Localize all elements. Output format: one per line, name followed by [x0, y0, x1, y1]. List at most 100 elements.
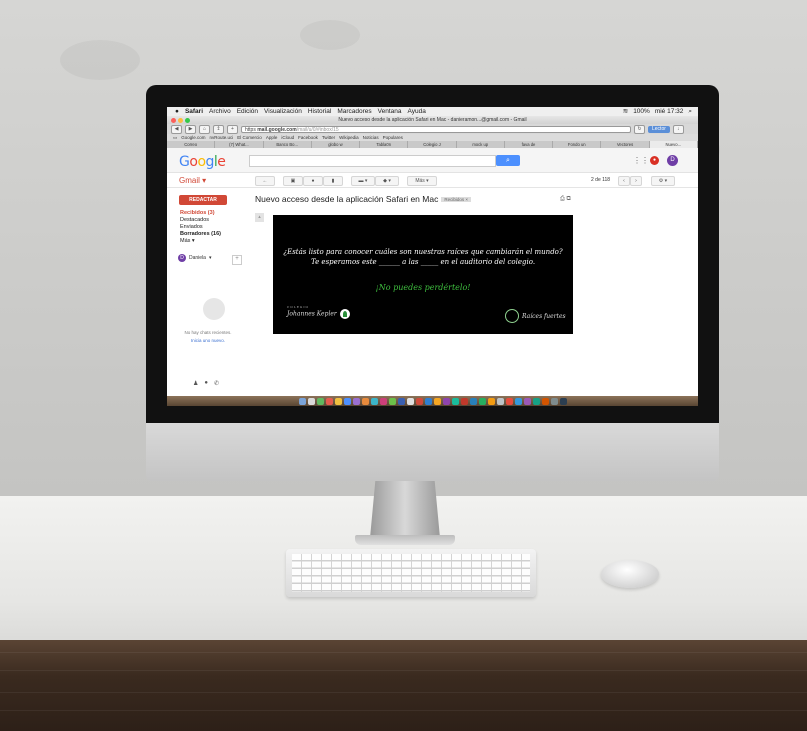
next-button[interactable]: › [630, 176, 642, 186]
bookmark-item[interactable]: iCloud [281, 134, 294, 141]
bookmark-item[interactable]: Wikipedia [339, 134, 359, 141]
dock-app-icon[interactable] [442, 397, 450, 405]
bookmark-item[interactable]: Noticias [363, 134, 379, 141]
clock[interactable]: mié 17:32 [655, 107, 684, 116]
dock-app-icon[interactable] [487, 397, 495, 405]
dock-app-icon[interactable] [469, 397, 477, 405]
wifi-icon[interactable]: ≋ [623, 107, 628, 116]
reload-icon[interactable]: ↻ [634, 124, 645, 134]
menu-marcadores[interactable]: Marcadores [337, 107, 371, 116]
labels-button[interactable]: ◆ ▾ [375, 176, 399, 186]
tab[interactable]: Colegio J [408, 141, 457, 148]
dock-app-icon[interactable] [343, 397, 351, 405]
spam-button[interactable]: ● [303, 176, 323, 186]
more-button[interactable]: Más ▾ [407, 176, 437, 186]
dock-app-icon[interactable] [451, 397, 459, 405]
settings-button[interactable]: ⚙ ▾ [651, 176, 675, 186]
forward-button[interactable]: ▶ [185, 124, 196, 134]
search-icon[interactable]: ⌕ [688, 107, 692, 116]
downloads-icon[interactable]: ↓ [672, 124, 684, 134]
archive-button[interactable]: ▣ [283, 176, 303, 186]
tab[interactable]: (7) What... [215, 141, 264, 148]
bookmark-item[interactable]: Apple [266, 134, 278, 141]
chat-user[interactable]: D Daniela ▾ [178, 254, 211, 262]
delete-button[interactable]: ▮ [323, 176, 343, 186]
tab[interactable]: globo w [312, 141, 361, 148]
dock-app-icon[interactable] [370, 397, 378, 405]
notifications-icon[interactable]: ● [650, 156, 659, 165]
dock-app-icon[interactable] [406, 397, 414, 405]
dock-app-icon[interactable] [541, 397, 549, 405]
google-logo[interactable]: Google [179, 154, 226, 170]
share-icon[interactable]: ↥ [213, 124, 224, 134]
dock-app-icon[interactable] [496, 397, 504, 405]
dock-app-icon[interactable] [460, 397, 468, 405]
gmail-label[interactable]: Gmail ▾ [179, 176, 206, 185]
menu-archivo[interactable]: Archivo [209, 107, 231, 116]
tab[interactable]: Correo [167, 141, 216, 148]
compose-button[interactable]: REDACTAR [179, 195, 227, 205]
home-icon[interactable]: ⌂ [199, 124, 210, 134]
prev-button[interactable]: ‹ [618, 176, 630, 186]
nav-more[interactable]: Más ▾ [180, 238, 195, 244]
add-chat-button[interactable]: + [232, 255, 242, 265]
nav-drafts[interactable]: Borradores (16) [180, 231, 221, 237]
back-to-inbox-button[interactable]: ← [255, 176, 275, 186]
dock-app-icon[interactable] [307, 397, 315, 405]
dock-app-icon[interactable] [352, 397, 360, 405]
dock-app-icon[interactable] [505, 397, 513, 405]
tab[interactable]: mock up [457, 141, 505, 148]
dock-app-icon[interactable] [334, 397, 342, 405]
nav-starred[interactable]: Destacados [180, 217, 209, 223]
bookmark-item[interactable]: Populares [383, 134, 403, 141]
avatar[interactable]: D [667, 155, 678, 166]
dock-app-icon[interactable] [523, 397, 531, 405]
dock-app-icon[interactable] [424, 397, 432, 405]
nav-sent[interactable]: Enviados [180, 224, 203, 230]
reader-button[interactable]: Lector [648, 125, 670, 133]
bookmarks-icon[interactable]: ▭ [173, 134, 177, 141]
tab[interactable]: Banco Bo... [264, 141, 312, 148]
person-icon[interactable]: ♟ [193, 380, 198, 387]
start-chat-link[interactable]: Inicia uno nuevo. [167, 338, 249, 343]
dock-app-icon[interactable] [532, 397, 540, 405]
search-input[interactable] [249, 155, 496, 167]
nav-inbox[interactable]: Recibidos (3) [180, 210, 215, 216]
battery-status[interactable]: 100% [633, 107, 650, 116]
hangouts-icon[interactable]: ● [204, 380, 208, 387]
dock-app-icon[interactable] [388, 397, 396, 405]
apps-grid-icon[interactable]: ⋮⋮ [633, 156, 649, 165]
tab-active[interactable]: Nuevo... [649, 141, 698, 148]
bookmark-item[interactable]: El Comercio [237, 134, 262, 141]
dock-app-icon[interactable] [415, 397, 423, 405]
search-button[interactable]: ⌕ [496, 155, 520, 166]
close-window-button[interactable] [171, 117, 176, 123]
bookmark-item[interactable]: Google.com [181, 134, 205, 141]
zoom-window-button[interactable] [185, 117, 190, 123]
dock-app-icon[interactable] [559, 397, 567, 405]
minimize-window-button[interactable] [178, 117, 183, 123]
move-to-button[interactable]: ▬ ▾ [351, 176, 375, 186]
dock-app-icon[interactable] [550, 397, 558, 405]
tab[interactable]: Fondo un [553, 141, 602, 148]
dock-app-icon[interactable] [298, 397, 306, 405]
dock-app-icon[interactable] [433, 397, 441, 405]
menu-visualizacion[interactable]: Visualización [264, 107, 302, 116]
tab[interactable]: fava de [505, 141, 554, 148]
apple-icon[interactable]: ● [175, 107, 179, 116]
tab[interactable]: Tabla0n [360, 141, 409, 148]
dock-app-icon[interactable] [478, 397, 486, 405]
dock-app-icon[interactable] [379, 397, 387, 405]
address-bar[interactable]: https mail.google.com/mail/u/0/#inbox/15 [241, 125, 631, 133]
menu-edicion[interactable]: Edición [237, 107, 258, 116]
bookmark-item[interactable]: Twitter [322, 134, 335, 141]
back-button[interactable]: ◀ [171, 124, 182, 134]
phone-icon[interactable]: ✆ [214, 380, 219, 387]
dock-app-icon[interactable] [325, 397, 333, 405]
print-icon[interactable]: ⎙ ⧉ [560, 196, 571, 203]
dock-app-icon[interactable] [397, 397, 405, 405]
subject-tag[interactable]: Recibidos × [441, 197, 471, 203]
tab[interactable]: Vectores [601, 141, 650, 148]
dock-app-icon[interactable] [316, 397, 324, 405]
bookmark-item[interactable]: Facebook [298, 134, 318, 141]
